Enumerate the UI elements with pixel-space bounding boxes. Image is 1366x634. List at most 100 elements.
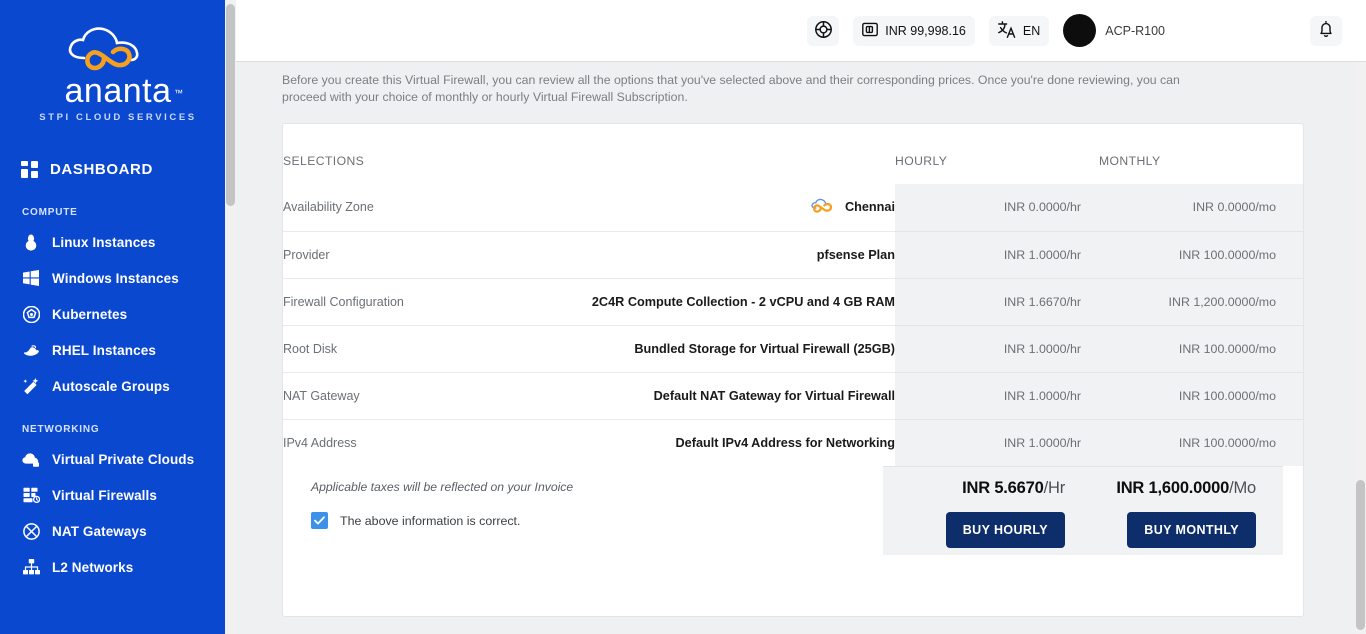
table-row: Provider pfsense Plan INR 1.0000/hr INR … — [283, 230, 1303, 278]
sidebar-item-l2-networks[interactable]: L2 Networks — [0, 549, 236, 585]
row-monthly-price: INR 0.0000/mo — [1099, 184, 1303, 231]
sidebar-item-label: Linux Instances — [52, 234, 156, 250]
sidebar-item-label: NAT Gateways — [52, 523, 147, 539]
row-label: Availability Zone — [283, 200, 374, 215]
row-hourly-price: INR 1.0000/hr — [895, 230, 1099, 278]
sidebar-item-autoscale-groups[interactable]: Autoscale Groups — [0, 368, 236, 404]
app-root: ananta ™ STPI CLOUD SERVICES DASHBOARD C… — [0, 0, 1366, 634]
cloud-lock-icon — [22, 450, 40, 468]
row-value: Bundled Storage for Virtual Firewall (25… — [589, 324, 895, 372]
sidebar-item-nat-gateways[interactable]: NAT Gateways — [0, 513, 236, 549]
user-menu[interactable]: ACP-R100 — [1063, 14, 1165, 47]
kubernetes-helm-icon — [22, 305, 40, 323]
wallet-balance-label: INR 99,998.16 — [885, 23, 966, 38]
sidebar-item-dashboard[interactable]: DASHBOARD — [0, 151, 236, 187]
taxes-note: Applicable taxes will be reflected on yo… — [311, 480, 574, 494]
row-label: Root Disk — [283, 324, 589, 372]
user-name: ACP-R100 — [1105, 23, 1165, 38]
row-hourly-price: INR 1.6670/hr — [895, 277, 1099, 325]
row-value-text: Chennai — [844, 200, 895, 215]
notifications-button[interactable] — [1310, 15, 1342, 46]
support-button[interactable] — [807, 15, 840, 46]
sidebar: ananta ™ STPI CLOUD SERVICES DASHBOARD C… — [0, 0, 236, 634]
bell-icon — [1318, 20, 1334, 41]
language-button[interactable]: EN — [988, 15, 1050, 46]
brand-name-text: ananta — [64, 72, 172, 110]
row-value: pfsense Plan — [589, 230, 895, 278]
wallet-icon — [862, 22, 879, 40]
brand-name: ananta ™ — [64, 72, 184, 110]
grid-icon — [20, 160, 38, 178]
ananta-cloud-infinity-icon — [58, 22, 178, 78]
sidebar-item-kubernetes[interactable]: Kubernetes — [0, 296, 236, 332]
confirm-checkbox[interactable] — [311, 512, 328, 529]
row-monthly-price: INR 100.0000/mo — [1099, 418, 1303, 466]
table-row: Root Disk Bundled Storage for Virtual Fi… — [283, 324, 1303, 372]
row-monthly-price: INR 1,200.0000/mo — [1099, 277, 1303, 325]
buy-hourly-button[interactable]: BUY HOURLY — [945, 512, 1065, 548]
nat-gateway-icon — [22, 522, 40, 540]
hourly-total-unit: /Hr — [1043, 479, 1066, 497]
row-value: Chennai — [589, 184, 895, 231]
row-hourly-price: INR 1.0000/hr — [895, 324, 1099, 372]
brand-tagline: STPI CLOUD SERVICES — [39, 112, 197, 123]
page-scrollbar-thumb[interactable] — [1356, 480, 1365, 630]
hourly-total-amount: INR 5.6670 — [962, 479, 1044, 497]
sidebar-scrollbar-thumb[interactable] — [226, 4, 235, 206]
monthly-total-amount: INR 1,600.0000 — [1116, 479, 1230, 497]
row-value: Default IPv4 Address for Networking — [589, 418, 895, 466]
row-value: 2C4R Compute Collection - 2 vCPU and 4 G… — [589, 277, 895, 325]
topbar: INR 99,998.16 EN ACP-R100 — [236, 0, 1366, 62]
header-spacer — [589, 124, 895, 184]
content-scroll-area: Before you create this Virtual Firewall,… — [236, 62, 1366, 634]
hourly-total: INR 5.6670/Hr — [962, 479, 1065, 498]
sidebar-nav: DASHBOARD COMPUTE Linux Instances Window… — [0, 151, 236, 585]
table-row: Availability Zone Chennai INR 0.0000/hr … — [283, 184, 1303, 231]
trademark-symbol: ™ — [174, 88, 184, 98]
sidebar-item-virtual-firewalls[interactable]: Virtual Firewalls — [0, 477, 236, 513]
redhat-fedora-icon — [22, 341, 40, 359]
windows-icon — [22, 269, 40, 287]
table-row: Firewall Configuration 2C4R Compute Coll… — [283, 277, 1303, 325]
monthly-purchase-column: INR 1,600.0000/Mo BUY MONTHLY — [1083, 479, 1283, 555]
network-tree-icon — [22, 558, 40, 576]
row-hourly-price: INR 1.0000/hr — [895, 371, 1099, 419]
header-selections: SELECTIONS — [283, 154, 365, 168]
sidebar-item-label: RHEL Instances — [52, 342, 156, 358]
intro-paragraph: Before you create this Virtual Firewall,… — [282, 73, 1180, 104]
selections-table: SELECTIONS HOURLY MONTHLY Availability Z… — [283, 124, 1303, 466]
lifebuoy-icon — [814, 20, 832, 41]
main-area: INR 99,998.16 EN ACP-R100 Before you cre… — [236, 0, 1366, 634]
ananta-zone-icon — [809, 197, 835, 217]
brand-logo[interactable]: ananta ™ STPI CLOUD SERVICES — [0, 0, 236, 123]
row-label: IPv4 Address — [283, 418, 589, 466]
row-value: Default NAT Gateway for Virtual Firewall — [589, 371, 895, 419]
sidebar-item-label: Windows Instances — [52, 270, 179, 286]
table-header-row: SELECTIONS HOURLY MONTHLY — [283, 124, 1303, 184]
table-row: NAT Gateway Default NAT Gateway for Virt… — [283, 371, 1303, 419]
row-monthly-price: INR 100.0000/mo — [1099, 230, 1303, 278]
row-label: Provider — [283, 230, 589, 278]
page-scrollbar[interactable] — [1355, 62, 1366, 634]
sidebar-scrollbar[interactable] — [225, 0, 236, 634]
hourly-purchase-column: INR 5.6670/Hr BUY HOURLY — [883, 479, 1083, 555]
translate-icon — [997, 20, 1016, 41]
sidebar-item-label: Autoscale Groups — [52, 378, 170, 394]
buy-monthly-button[interactable]: BUY MONTHLY — [1127, 512, 1256, 548]
sidebar-item-label: Kubernetes — [52, 306, 128, 322]
table-row: IPv4 Address Default IPv4 Address for Ne… — [283, 418, 1303, 466]
summary-footer: Applicable taxes will be reflected on yo… — [283, 466, 1303, 555]
sidebar-item-rhel-instances[interactable]: RHEL Instances — [0, 332, 236, 368]
row-hourly-price: INR 1.0000/hr — [895, 418, 1099, 466]
monthly-total-unit: /Mo — [1229, 479, 1256, 497]
footer-right: INR 5.6670/Hr BUY HOURLY INR 1,600.0000/… — [883, 466, 1283, 555]
wallet-balance-button[interactable]: INR 99,998.16 — [853, 15, 975, 46]
sidebar-item-windows-instances[interactable]: Windows Instances — [0, 260, 236, 296]
sidebar-item-linux-instances[interactable]: Linux Instances — [0, 224, 236, 260]
linux-penguin-icon — [22, 233, 40, 251]
avatar — [1063, 14, 1097, 47]
row-hourly-price: INR 0.0000/hr — [895, 184, 1099, 231]
sidebar-item-virtual-private-clouds[interactable]: Virtual Private Clouds — [0, 441, 236, 477]
firewall-icon — [22, 486, 40, 504]
sidebar-item-label: DASHBOARD — [50, 160, 153, 178]
